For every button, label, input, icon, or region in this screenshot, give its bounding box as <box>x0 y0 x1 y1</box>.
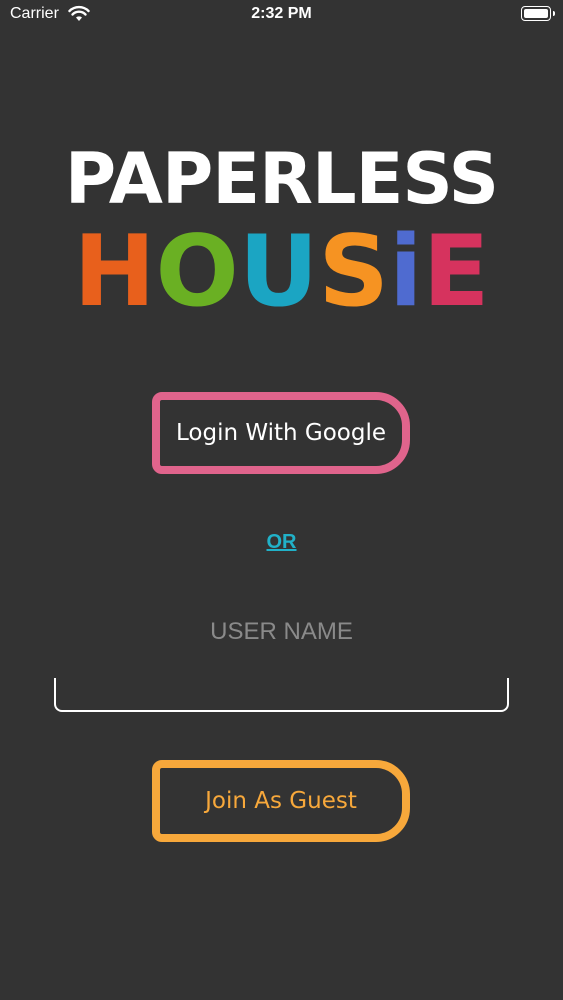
logo-letter: U <box>238 215 319 329</box>
clock-time: 2:32 PM <box>251 5 312 22</box>
logo-letter: O <box>155 215 239 329</box>
login-with-google-button[interactable]: Login With Google <box>152 392 410 474</box>
logo-letter: i <box>388 215 423 329</box>
logo-letter: E <box>422 215 490 329</box>
logo-paperless: PAPERLESS <box>64 138 499 220</box>
username-input[interactable] <box>54 678 509 712</box>
logo-letter: S <box>318 215 389 329</box>
join-as-guest-button[interactable]: Join As Guest <box>152 760 410 842</box>
logo-letter: H <box>73 215 156 329</box>
username-label: USER NAME <box>210 618 353 645</box>
or-separator: OR <box>266 531 297 553</box>
battery-fill <box>524 9 548 18</box>
battery-icon <box>521 6 555 21</box>
status-bar: Carrier 2:32 PM <box>0 0 563 30</box>
login-screen: Carrier 2:32 PM PAPERLESS HOUSiE Login W… <box>0 0 563 1000</box>
logo-housie: HOUSiE <box>0 220 563 324</box>
